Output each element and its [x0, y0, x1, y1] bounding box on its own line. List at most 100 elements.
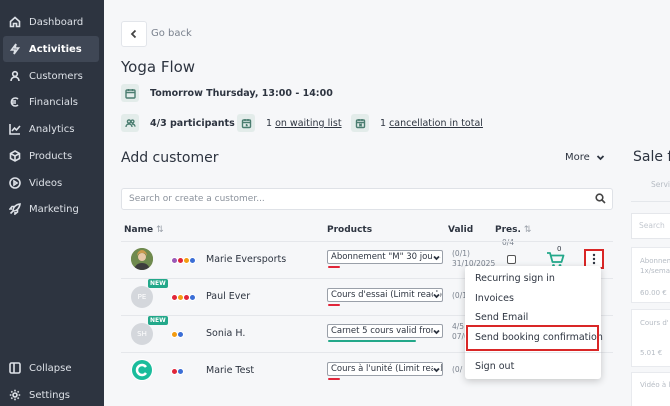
sidebar-item-customers[interactable]: Customers: [3, 63, 99, 89]
product-select[interactable]: Abonnement "M" 30 jours: [327, 250, 443, 264]
sidebar-item-label: Products: [29, 150, 73, 162]
calendar-icon: [121, 84, 139, 102]
menu-item-sign-out[interactable]: Sign out: [475, 361, 514, 372]
sidebar-item-label: Activities: [29, 43, 82, 55]
sidebar-item-activities[interactable]: Activities: [3, 36, 99, 62]
back-label[interactable]: Go back: [151, 28, 192, 39]
menu-item-invoices[interactable]: Invoices: [475, 293, 514, 304]
customer-search-input[interactable]: Search or create a customer...: [121, 188, 613, 210]
add-customer-title: Add customer: [121, 150, 219, 166]
sidebar-item-products[interactable]: Products: [3, 143, 99, 169]
sidebar-item-label: Videos: [29, 177, 63, 189]
search-placeholder: Search or create a customer...: [129, 194, 265, 204]
product-status-bar: [328, 378, 340, 380]
play-icon: [9, 177, 21, 189]
collapse-icon: [9, 362, 21, 374]
sort-icon[interactable]: ⇅: [156, 225, 164, 235]
valid-info: (0/: [452, 365, 463, 374]
card-line: Vidéo à l: [640, 381, 670, 389]
sort-icon[interactable]: ⇅: [524, 225, 532, 235]
more-vertical-icon: [592, 253, 596, 265]
column-header-name[interactable]: Name ⇅: [124, 225, 164, 235]
back-button[interactable]: [121, 21, 147, 47]
collapse-button[interactable]: Collapse: [3, 355, 99, 381]
sidebar-item-analytics[interactable]: Analytics: [3, 116, 99, 142]
avatar: PE: [131, 286, 153, 308]
product-select-value: Carnet 5 cours valid from: [331, 326, 439, 336]
collapse-label: Collapse: [29, 362, 72, 374]
more-dropdown[interactable]: More: [565, 152, 605, 163]
avatar: SH: [131, 323, 153, 345]
product-select-value: Cours d'essai (Limit reached): [331, 290, 443, 300]
avatar: [131, 359, 153, 381]
customer-name[interactable]: Marie Eversports: [206, 254, 286, 265]
product-select[interactable]: Cours d'essai (Limit reached): [327, 288, 443, 302]
chevron-down-icon: [433, 366, 440, 373]
product-select[interactable]: Cours à l'unité (Limit reached): [327, 362, 443, 376]
sidebar-item-label: Marketing: [29, 203, 79, 215]
page-title: Yoga Flow: [121, 58, 196, 76]
menu-item-send-email[interactable]: Send Email: [475, 312, 528, 323]
waiting-list-link[interactable]: 1 on waiting list: [266, 118, 342, 129]
cancellation-icon: [351, 114, 369, 132]
cancellation-link-text[interactable]: cancellation in total: [389, 118, 483, 129]
sidebar-item-label: Dashboard: [29, 16, 84, 28]
customer-name[interactable]: Paul Ever: [206, 291, 250, 302]
presence-checkbox[interactable]: [507, 255, 516, 264]
status-dots: [171, 331, 184, 338]
cancellation-count: 1: [380, 118, 387, 129]
settings-label: Settings: [29, 389, 71, 401]
product-status-bar: [328, 266, 340, 268]
new-badge: NEW: [148, 279, 168, 288]
highlight-box: [466, 325, 599, 351]
sidebar-item-dashboard[interactable]: Dashboard: [3, 9, 99, 35]
sale-panel-tab[interactable]: Servi: [631, 172, 670, 202]
sidebar: Dashboard Activities Customers Financial…: [0, 0, 104, 406]
chevron-down-icon: [433, 292, 440, 299]
status-dot: [177, 331, 184, 338]
product-status-bar: [328, 340, 416, 342]
search-icon[interactable]: [595, 193, 606, 204]
sidebar-item-videos[interactable]: Videos: [3, 170, 99, 196]
waiting-list-count: 1: [266, 118, 273, 129]
sidebar-item-marketing[interactable]: Marketing: [3, 196, 99, 222]
customer-name[interactable]: Marie Test: [206, 365, 254, 376]
box-icon: [9, 150, 21, 162]
product-select[interactable]: Carnet 5 cours valid from: [327, 324, 443, 338]
product-select-value: Abonnement "M" 30 jours: [331, 252, 441, 262]
column-header-pres[interactable]: Pres. ⇅: [495, 225, 531, 235]
column-header-products: Products: [327, 225, 373, 235]
sale-product-card[interactable]: Abonnem 1x/sema 60.00 €: [631, 247, 670, 303]
sale-panel-search[interactable]: Search: [631, 213, 670, 239]
lightning-icon: [9, 43, 21, 55]
card-price: 5.01 €: [640, 349, 663, 357]
waiting-list-link-text[interactable]: on waiting list: [275, 118, 341, 129]
chevron-down-icon: [433, 328, 440, 335]
customer-name[interactable]: Sonia H.: [206, 328, 245, 339]
chevron-down-icon: [596, 155, 604, 161]
class-time: Tomorrow Thursday, 13:00 - 14:00: [150, 88, 333, 99]
participants-count: 4/3 participants: [150, 118, 235, 129]
sale-panel-title: Sale fo: [633, 149, 670, 165]
card-price: 60.00 €: [640, 289, 667, 297]
gear-icon: [9, 389, 21, 401]
brand-logo-icon: [132, 360, 152, 380]
sale-product-card[interactable]: Cours d' 5.01 €: [631, 309, 670, 367]
sale-product-card[interactable]: Vidéo à l: [631, 372, 670, 406]
euro-icon: [10, 97, 19, 107]
valid-line: 4/5: [452, 322, 465, 331]
sale-panel: Sale fo Servi Search Abonnem 1x/sema 60.…: [628, 140, 670, 406]
menu-item-recurring-sign-in[interactable]: Recurring sign in: [475, 273, 555, 284]
sidebar-item-financials[interactable]: Financials: [3, 89, 99, 115]
product-status-bar: [328, 304, 340, 306]
cancellation-link[interactable]: 1 cancellation in total: [380, 118, 483, 129]
sidebar-item-label: Analytics: [29, 123, 75, 135]
participants-icon: [121, 114, 139, 132]
settings-button[interactable]: Settings: [3, 382, 99, 406]
sale-panel-tab-label: Servi: [651, 180, 670, 189]
valid-line: (0/1): [452, 249, 470, 258]
chevron-down-icon: [433, 254, 440, 261]
menu-divider: [465, 352, 601, 353]
waiting-list-icon: [237, 114, 255, 132]
status-dot: [189, 294, 196, 301]
